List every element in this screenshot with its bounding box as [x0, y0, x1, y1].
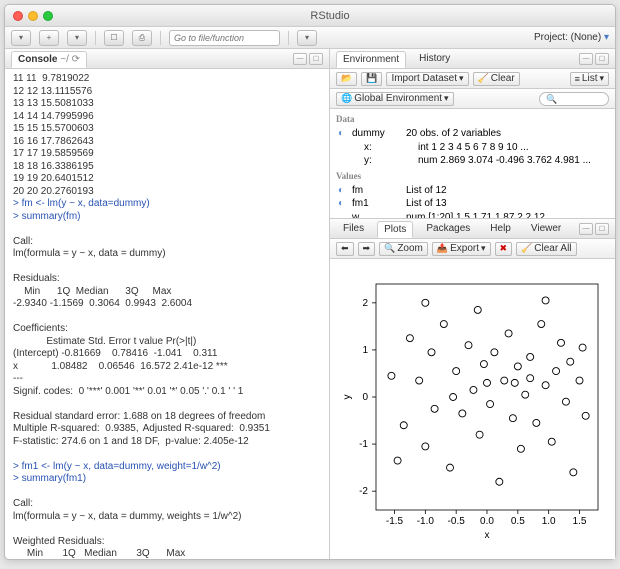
env-row[interactable]: x:int 1 2 3 4 5 6 7 8 9 10 ...: [336, 141, 609, 155]
plot-remove-button[interactable]: ✖: [495, 242, 513, 256]
tab-files[interactable]: Files: [336, 220, 371, 237]
svg-text:1.0: 1.0: [541, 516, 555, 527]
save-button[interactable]: ☐: [104, 30, 124, 46]
console-maximize-button[interactable]: ☐: [309, 53, 323, 65]
svg-text:0.0: 0.0: [480, 516, 494, 527]
plot-next-button[interactable]: ➡: [358, 242, 376, 256]
expand-icon: [338, 211, 348, 218]
new-project-button[interactable]: +: [39, 30, 59, 46]
zoom-icon[interactable]: [43, 11, 53, 21]
console-output[interactable]: 11 11 9.7819022 12 12 13.1115576 13 13 1…: [5, 69, 329, 559]
main-toolbar: ▾ + ▾ ☐ ⎙ ▾ Project: (None) ▾: [5, 27, 615, 49]
expand-icon[interactable]: ◐: [338, 197, 348, 211]
console-pane-header: Console ~/ ⟳ — ☐: [5, 49, 329, 69]
plot-maximize-button[interactable]: ☐: [595, 223, 609, 235]
svg-text:-0.5: -0.5: [447, 516, 465, 527]
env-pane-header: Environment History — ☐: [330, 49, 615, 69]
env-section-title: Values: [336, 170, 609, 182]
svg-text:-1: -1: [359, 439, 368, 450]
print-button[interactable]: ⎙: [132, 30, 152, 46]
tab-environment[interactable]: Environment: [336, 51, 406, 68]
svg-text:-1.5: -1.5: [385, 516, 403, 527]
tab-packages[interactable]: Packages: [419, 220, 477, 237]
plot-clear-button[interactable]: 🧹 Clear All: [516, 242, 576, 256]
env-row[interactable]: ◐dummy20 obs. of 2 variables: [336, 127, 609, 141]
expand-icon: [350, 141, 360, 155]
expand-icon[interactable]: ◐: [338, 184, 348, 198]
view-mode-button[interactable]: ≡ List ▾: [570, 72, 609, 86]
tab-history[interactable]: History: [412, 50, 457, 67]
env-scope-bar: 🌐 Global Environment ▾: [330, 89, 615, 109]
save-workspace-button[interactable]: 💾: [361, 72, 382, 86]
plot-pane-header: Files Plots Packages Help Viewer — ☐: [330, 219, 615, 239]
scatter-plot: -1.5 -1.0 -0.5 0.0 0.5 1.0 1.5 -2 -1 0 1 2 x y: [338, 274, 608, 544]
env-search-input[interactable]: [539, 92, 609, 106]
plot-prev-button[interactable]: ⬅: [336, 242, 354, 256]
env-toolbar: 📂 💾 Import Dataset ▾ 🧹 Clear ≡ List ▾: [330, 69, 615, 89]
env-row[interactable]: ◐fmList of 12: [336, 184, 609, 198]
svg-text:1.5: 1.5: [572, 516, 586, 527]
svg-text:0: 0: [362, 392, 368, 403]
svg-text:0.5: 0.5: [510, 516, 524, 527]
plot-minimize-button[interactable]: —: [579, 223, 593, 235]
load-workspace-button[interactable]: 📂: [336, 72, 357, 86]
environment-list: Data ◐dummy20 obs. of 2 variablesx:int 1 …: [330, 109, 615, 218]
svg-text:-1.0: -1.0: [416, 516, 434, 527]
tab-viewer[interactable]: Viewer: [524, 220, 568, 237]
tab-plots[interactable]: Plots: [377, 221, 413, 238]
plot-area: -1.5 -1.0 -0.5 0.0 0.5 1.0 1.5 -2 -1 0 1 2 x y: [330, 259, 615, 559]
minimize-icon[interactable]: [28, 11, 38, 21]
svg-text:x: x: [484, 530, 489, 541]
plot-zoom-button[interactable]: 🔍 Zoom: [379, 242, 428, 256]
goto-input[interactable]: [169, 30, 280, 46]
svg-text:-2: -2: [359, 486, 368, 497]
env-scope-button[interactable]: 🌐 Global Environment ▾: [336, 92, 454, 106]
env-minimize-button[interactable]: —: [579, 53, 593, 65]
open-file-button[interactable]: ▾: [67, 30, 87, 46]
svg-text:1: 1: [362, 345, 368, 356]
svg-text:2: 2: [362, 298, 368, 309]
env-row[interactable]: y:num 2.869 3.074 -0.496 3.762 4.981 ...: [336, 154, 609, 168]
new-file-button[interactable]: ▾: [11, 30, 31, 46]
env-maximize-button[interactable]: ☐: [595, 53, 609, 65]
plot-export-button[interactable]: 📤 Export ▾: [432, 242, 491, 256]
tab-console[interactable]: Console ~/ ⟳: [11, 51, 87, 68]
project-menu[interactable]: Project: (None) ▾: [534, 32, 609, 43]
titlebar: RStudio: [5, 5, 615, 27]
svg-text:y: y: [342, 395, 353, 400]
clear-env-button[interactable]: 🧹 Clear: [473, 72, 520, 86]
app-title: RStudio: [53, 10, 607, 22]
env-row[interactable]: wnum [1:20] 1.5 1.71 1.87 2 2.12 ...: [336, 211, 609, 218]
addins-button[interactable]: ▾: [297, 30, 317, 46]
close-icon[interactable]: [13, 11, 23, 21]
console-minimize-button[interactable]: —: [293, 53, 307, 65]
expand-icon: [350, 154, 360, 168]
expand-icon[interactable]: ◐: [338, 127, 348, 141]
plot-toolbar: ⬅ ➡ 🔍 Zoom 📤 Export ▾ ✖ 🧹 Clear All: [330, 239, 615, 259]
tab-help[interactable]: Help: [483, 220, 518, 237]
env-section-title: Data: [336, 113, 609, 125]
import-dataset-button[interactable]: Import Dataset ▾: [386, 72, 468, 86]
env-row[interactable]: ◐fm1List of 13: [336, 197, 609, 211]
